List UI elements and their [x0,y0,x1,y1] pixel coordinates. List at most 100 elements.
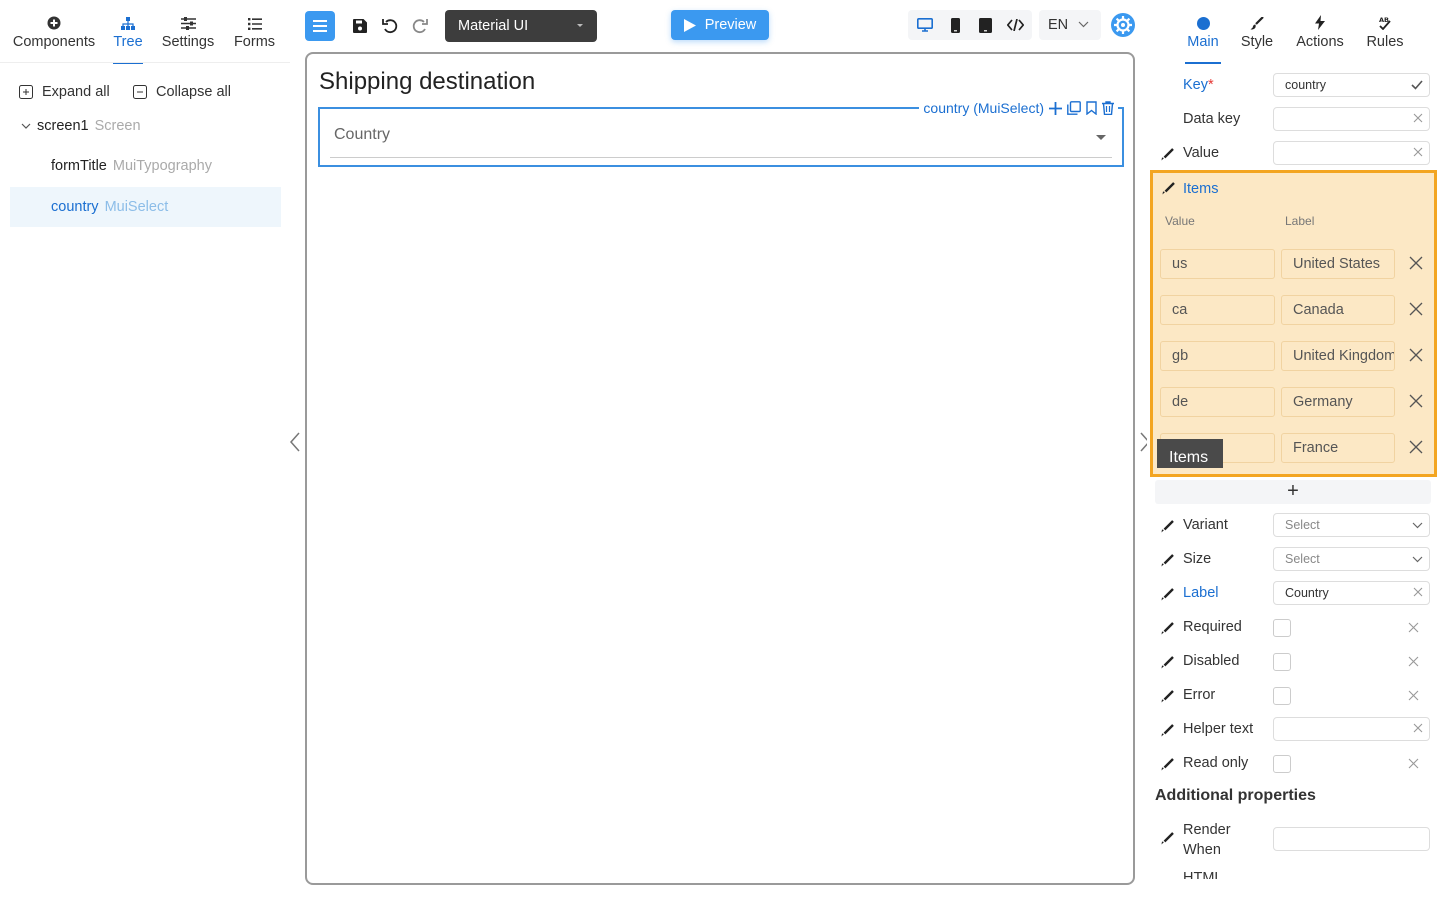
sliders-icon [180,17,196,30]
add-item-button[interactable]: + [1155,480,1431,504]
tab-settings[interactable]: Settings [160,10,216,64]
collapse-all-label: Collapse all [156,84,231,100]
tree-item-name: formTitle [51,158,107,174]
collapse-left-panel-button[interactable] [289,432,301,452]
tree-item-screen1[interactable]: screen1 Screen [10,106,281,146]
prop-value: Value [1147,137,1437,171]
add-item-label: + [1287,480,1299,502]
pen-icon [1161,148,1174,161]
tree-item-country[interactable]: country MuiSelect [10,187,281,227]
prop-key-label: Key* [1183,77,1214,93]
language-select[interactable]: EN [1039,10,1101,40]
required-mark: * [1208,77,1214,93]
tab-style-label: Style [1240,34,1274,50]
tab-actions[interactable]: Actions [1295,10,1345,64]
close-icon[interactable] [1409,440,1423,454]
device-switcher [908,10,1032,40]
item-label-input[interactable]: United Kingdom [1281,341,1395,371]
mobile-view-button[interactable] [940,11,970,39]
close-icon[interactable] [1409,302,1423,316]
circle-icon [1196,17,1210,30]
select-field[interactable]: Country [330,116,1112,158]
code-view-button[interactable] [1000,11,1030,39]
bookmark-icon[interactable] [1086,101,1097,115]
tab-forms[interactable]: Forms [232,10,277,64]
key-input[interactable]: country [1273,73,1430,97]
preview-button[interactable]: Preview [671,10,769,40]
item-label-input[interactable]: France [1281,433,1395,463]
code-icon [1006,19,1024,31]
expand-all-button[interactable]: Expand all [19,84,110,100]
redo-button[interactable] [405,12,435,40]
tab-tree[interactable]: Tree [113,10,143,64]
value-input[interactable] [1273,141,1430,165]
save-button[interactable] [345,12,375,40]
select-label: Country [334,126,391,143]
plus-icon[interactable] [1049,101,1062,115]
tab-tree-label: Tree [113,34,143,50]
play-icon [683,18,696,32]
tab-main[interactable]: Main [1185,10,1221,64]
tabs-divider [0,62,290,63]
data-key-input[interactable] [1273,107,1430,131]
country-select-selected[interactable]: country (MuiSelect) Country [318,97,1124,167]
pen-icon [1162,182,1175,195]
caret-down-icon [1096,135,1106,140]
minus-square-icon [133,85,147,99]
close-icon[interactable] [1413,113,1423,123]
prop-data-key: Data key [1147,103,1437,137]
form-title[interactable]: Shipping destination [319,68,535,96]
settings-gear-button[interactable] [1109,10,1137,40]
selected-component-name: country (MuiSelect) [923,100,1044,116]
tab-components[interactable]: Components [10,10,98,64]
left-panel: Components Tree Settings Forms Expand al… [0,0,290,900]
items-col-value: Value [1165,214,1195,228]
sitemap-icon [121,17,135,30]
tab-rules[interactable]: AB Rules [1364,10,1406,64]
item-value-input[interactable]: us [1160,249,1275,279]
item-row: gb United Kingdom [1160,341,1432,371]
copy-icon[interactable] [1067,101,1081,115]
list-icon [247,18,262,30]
ui-library-value: Material UI [458,18,529,34]
prop-value-label: Value [1183,145,1220,161]
undo-button[interactable] [375,12,405,40]
items-tooltip: Items [1157,439,1223,468]
desktop-view-button[interactable] [910,11,940,39]
item-label-input[interactable]: United States [1281,249,1395,279]
item-label-input[interactable]: Canada [1281,295,1395,325]
tablet-view-button[interactable] [970,11,1000,39]
tab-actions-label: Actions [1296,34,1344,50]
close-icon[interactable] [1409,256,1423,270]
items-label: Items [1183,181,1219,197]
design-canvas[interactable]: Shipping destination country (MuiSelect)… [305,52,1135,885]
chevron-down-icon [21,123,31,129]
expand-all-label: Expand all [42,84,110,100]
item-row: de Germany [1160,387,1432,417]
plus-circle-icon [47,16,61,30]
trash-icon[interactable] [1102,101,1114,115]
tree-item-name: screen1 [37,118,89,134]
item-value-input[interactable]: gb [1160,341,1275,371]
check-icon[interactable] [1411,80,1423,90]
items-col-label: Label [1285,214,1315,228]
item-label-input[interactable]: Germany [1281,387,1395,417]
gear-icon [1111,13,1135,37]
close-icon[interactable] [1409,348,1423,362]
ui-library-select[interactable]: Material UI [445,10,597,42]
brush-icon [1250,17,1264,30]
undo-icon [382,19,398,34]
item-value-input[interactable]: de [1160,387,1275,417]
item-value-input[interactable]: ca [1160,295,1275,325]
hamburger-icon [313,20,327,32]
tab-style[interactable]: Style [1239,10,1275,64]
rules-icon: AB [1379,16,1391,30]
tree-item-formtitle[interactable]: formTitle MuiTypography [10,146,281,186]
tab-forms-label: Forms [233,34,276,50]
close-icon[interactable] [1409,394,1423,408]
redo-icon [412,19,428,34]
collapse-all-button[interactable]: Collapse all [133,84,231,100]
menu-button[interactable] [305,11,335,41]
tab-rules-label: Rules [1366,34,1404,50]
close-icon[interactable] [1413,147,1423,157]
